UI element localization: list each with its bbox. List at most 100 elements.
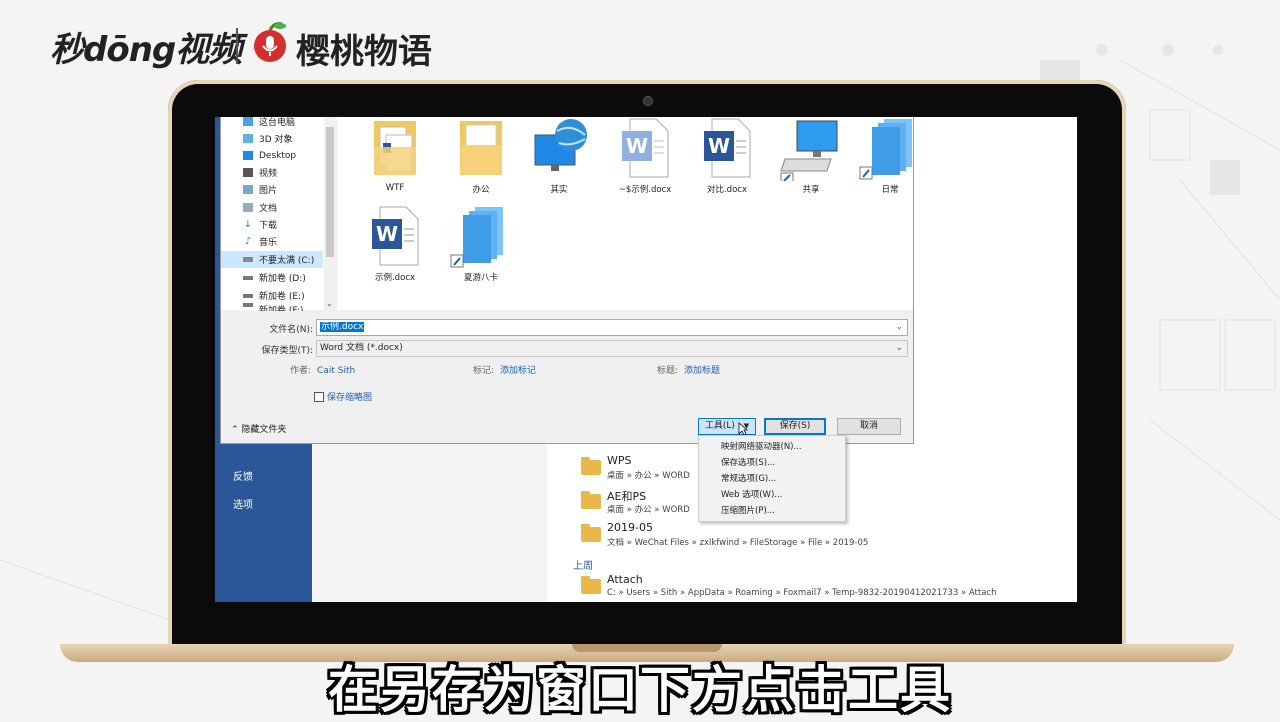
title-label: 标题:	[657, 366, 679, 376]
video-icon	[243, 168, 253, 177]
svg-text:W: W	[626, 134, 648, 158]
drive-icon	[243, 257, 253, 262]
tags-value[interactable]: 添加标记	[500, 366, 536, 376]
file-name: 对比.docx	[706, 185, 747, 195]
file-item-compare-docx[interactable]: W 对比.docx	[689, 117, 765, 197]
title-field[interactable]: 标题: 添加标题	[657, 363, 720, 376]
nav-label: 新加卷 (E:)	[259, 292, 305, 302]
folder-icon	[581, 491, 601, 509]
recent-folder-name: WPS	[607, 454, 632, 467]
nav-item-videos[interactable]: 视频	[243, 164, 277, 181]
nav-label: 音乐	[259, 238, 278, 248]
laptop-screen: 反馈 选项 WPS 桌面 » 办公 » WORD AE和PS 桌面 » 办公 »…	[215, 117, 1077, 602]
author-label: 作者:	[290, 366, 312, 376]
nav-item-desktop[interactable]: Desktop	[243, 147, 296, 164]
file-name: WTF	[385, 183, 405, 193]
file-type-label: 保存类型(T):	[261, 346, 313, 356]
chevron-down-icon[interactable]: ⌄	[895, 320, 903, 335]
author-field[interactable]: 作者: Cait Sith	[290, 363, 355, 376]
filename-input[interactable]: 示例.docx ⌄	[316, 319, 908, 336]
tags-label: 标记:	[473, 366, 495, 376]
laptop-camera	[643, 96, 653, 106]
nav-item-downloads[interactable]: ↓ 下载	[243, 216, 277, 233]
save-thumbnail-label: 保存缩略图	[327, 393, 373, 403]
cancel-button-label: 取消	[859, 421, 878, 431]
word-doc-icon: W	[704, 118, 751, 178]
recent-folder-name: Attach	[607, 573, 643, 586]
file-name: 共享	[802, 185, 820, 195]
cancel-button[interactable]: 取消	[837, 418, 901, 435]
menu-item-web-options[interactable]: Web 选项(W)...	[721, 488, 782, 500]
file-name: 日常	[881, 185, 899, 195]
file-type-select[interactable]: Word 文档 (*.docx) ⌄	[316, 340, 908, 357]
nav-label: 文档	[259, 204, 278, 214]
navigation-scrollbar[interactable]: ⌄	[324, 117, 336, 310]
nav-item-drive-e[interactable]: 新加卷 (E:)	[243, 287, 305, 304]
filename-row: 文件名(N): 示例.docx ⌄	[221, 318, 913, 338]
file-item-wtf[interactable]: WTF	[357, 117, 433, 197]
author-value[interactable]: Cait Sith	[317, 366, 355, 376]
nav-item-music[interactable]: ♪ 音乐	[243, 233, 277, 250]
folder-icon	[581, 576, 601, 594]
blue-stack-shortcut-icon	[450, 207, 503, 268]
save-button-label: 保存(S)	[779, 421, 811, 431]
drive-icon	[243, 303, 253, 307]
recent-folder-path: 文档 » WeChat Files » zxlkfwind » FileStor…	[607, 538, 869, 548]
chevron-up-icon: ⌃	[231, 425, 239, 435]
file-name: ~$示例.docx	[618, 185, 672, 195]
computer-icon	[243, 117, 253, 126]
nav-item-drive-d[interactable]: 新加卷 (D:)	[243, 269, 306, 286]
desktop-icon	[243, 151, 253, 160]
file-type-value: Word 文档 (*.docx)	[320, 343, 403, 353]
folder-doc-icon	[374, 121, 416, 175]
tags-field[interactable]: 标记: 添加标记	[473, 363, 536, 376]
menu-item-compress-pictures[interactable]: 压缩图片(P)...	[721, 504, 775, 516]
nav-item-pictures[interactable]: 图片	[243, 181, 277, 198]
sidebar-item-options[interactable]: 选项	[233, 496, 253, 511]
checkbox-box[interactable]	[314, 391, 324, 402]
tools-dropdown-menu: 映射网络驱动器(N)... 保存选项(S)... 常规选项(G)... Web …	[698, 435, 846, 522]
document-icon	[243, 203, 253, 212]
menu-item-general-options[interactable]: 常规选项(G)...	[721, 472, 776, 484]
folder-icon	[581, 524, 601, 542]
menu-item-save-options[interactable]: 保存选项(S)...	[721, 456, 775, 468]
file-item-shared[interactable]: 共享	[773, 117, 849, 197]
nav-label: 3D 对象	[259, 135, 293, 145]
file-item-sample-docx[interactable]: W 示例.docx	[357, 205, 433, 285]
computer-shortcut-icon	[780, 120, 838, 184]
nav-label: Desktop	[259, 150, 297, 161]
cherry-mic-logo-icon	[254, 22, 286, 62]
sidebar-item-feedback[interactable]: 反馈	[233, 468, 253, 483]
save-button[interactable]: 保存(S)	[764, 418, 826, 435]
nav-item-drive-c[interactable]: 不要太满 (C:)	[221, 251, 323, 268]
folder-icon	[460, 121, 502, 175]
nav-item-3d-objects[interactable]: 3D 对象	[243, 130, 293, 147]
file-item-summer-tour[interactable]: 夏游八卡	[443, 205, 519, 285]
svg-text:W: W	[708, 134, 730, 158]
file-item-office[interactable]: 办公	[443, 117, 519, 197]
file-list-pane: WTF 办公 其实 W ~$示例.docx W 对比.docx 共享 日常 W …	[337, 117, 913, 310]
navigation-pane: 这台电脑 3D 对象 Desktop 视频 图片 文档 ↓ 下载 ♪ 音乐 不要太满…	[221, 117, 325, 311]
nav-label: 新加卷 (F:)	[259, 306, 304, 311]
title-value[interactable]: 添加标题	[684, 366, 720, 376]
save-thumbnail-checkbox[interactable]: 保存缩略图	[314, 390, 372, 403]
scrollbar-thumb[interactable]	[326, 127, 334, 257]
hide-folders-toggle[interactable]: ⌃ 隐藏文件夹	[231, 422, 286, 435]
file-item-daily[interactable]: 日常	[852, 117, 928, 197]
file-item-temp-docx[interactable]: W ~$示例.docx	[607, 117, 683, 197]
file-name: 示例.docx	[374, 273, 415, 283]
nav-item-this-pc[interactable]: 这台电脑	[243, 117, 295, 130]
drive-icon	[243, 275, 253, 280]
nav-item-drive-f[interactable]: 新加卷 (F:)	[243, 303, 303, 311]
hide-folders-label: 隐藏文件夹	[241, 425, 287, 435]
nav-label: 图片	[259, 186, 278, 196]
file-item-network[interactable]: 其实	[521, 117, 597, 197]
download-arrow-icon: ↓	[243, 219, 253, 230]
network-globe-icon	[534, 119, 587, 171]
chevron-down-icon[interactable]: ⌄	[895, 341, 903, 356]
chevron-down-icon[interactable]: ⌄	[326, 299, 333, 308]
menu-item-map-network-drive[interactable]: 映射网络驱动器(N)...	[721, 440, 802, 452]
nav-item-documents[interactable]: 文档	[243, 199, 277, 216]
cube-icon	[243, 134, 253, 143]
recent-folder-path: C: » Users » Sith » AppData » Roaming » …	[607, 588, 997, 598]
